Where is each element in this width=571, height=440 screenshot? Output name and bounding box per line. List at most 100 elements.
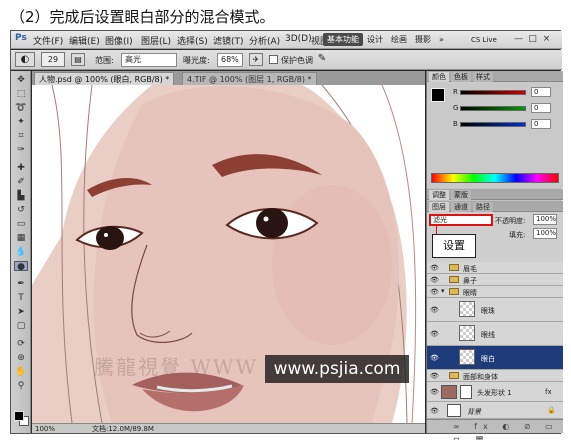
tab-styles[interactable]: 样式 (473, 72, 493, 82)
visibility-eye-icon[interactable]: 👁 (430, 330, 439, 338)
layer-row-nose[interactable]: 👁 鼻子 (427, 274, 563, 286)
eraser-tool-icon[interactable]: ▭ (14, 219, 28, 229)
tab-channels[interactable]: 通道 (451, 202, 471, 212)
foreground-color-swatch[interactable] (14, 411, 24, 421)
visibility-eye-icon[interactable]: 👁 (430, 354, 439, 362)
options-bar: ◐ 29 ▤ 范围: 高光 曝光度: 68% ✈ 保护色调 ✎ (11, 50, 562, 70)
cs-live-button[interactable]: CS Live (471, 36, 497, 44)
shape-tool-icon[interactable]: ▢ (14, 321, 28, 331)
color-panel-tabs: 颜色 色板 样式 (427, 71, 563, 82)
range-select[interactable]: 高光 (121, 53, 177, 67)
eyedropper-tool-icon[interactable]: ✑ (14, 145, 28, 155)
type-tool-icon[interactable]: T (14, 293, 28, 303)
workspace-design-button[interactable]: 设计 (363, 33, 387, 46)
dodge-tool-preset-icon[interactable]: ◐ (15, 52, 35, 67)
color-spectrum[interactable] (431, 173, 559, 183)
layer-row-hair-shape[interactable]: 👁 头发形状 1 fx (427, 382, 563, 402)
layers-panel: 滤光 不透明度: 100% 填充: 100% 设置 👁 眉毛 👁 鼻子 👁 ▾ … (427, 212, 563, 440)
workspace-essentials-button[interactable]: 基本功能 (323, 33, 363, 46)
zoom-level[interactable]: 100% (35, 424, 55, 434)
b-slider[interactable] (460, 122, 526, 127)
tab-swatches[interactable]: 色板 (451, 72, 471, 82)
visibility-eye-icon[interactable]: 👁 (430, 288, 439, 296)
b-value[interactable]: 0 (531, 119, 551, 129)
visibility-eye-icon[interactable]: 👁 (430, 388, 439, 396)
layers-panel-footer[interactable]: ∞ fx ◐ ⊘ ▭ ⊡ 🗑 (427, 419, 563, 440)
layer-thumbnail (459, 349, 475, 365)
menu-image[interactable]: 图像(I) (105, 34, 133, 47)
workspace-photo-button[interactable]: 摄影 (411, 33, 435, 46)
dodge-tool-icon[interactable]: ● (14, 261, 28, 272)
layer-row-eye-white[interactable]: 👁 眼白 (427, 346, 563, 370)
menu-file[interactable]: 文件(F) (33, 34, 63, 47)
opacity-input[interactable]: 100% (533, 214, 557, 225)
tab-paths[interactable]: 路径 (473, 202, 493, 212)
caption-title: （2）完成后设置眼白部分的混合模式。 (10, 8, 275, 26)
healing-brush-tool-icon[interactable]: ✚ (14, 163, 28, 173)
path-select-tool-icon[interactable]: ➤ (14, 307, 28, 317)
layer-name: 眼睛 (463, 289, 477, 297)
hand-tool-icon[interactable]: ✋ (14, 367, 28, 377)
blur-tool-icon[interactable]: 💧 (14, 247, 28, 257)
layer-row-eyes-group[interactable]: 👁 ▾ 眼睛 (427, 286, 563, 298)
r-value[interactable]: 0 (531, 87, 551, 97)
layer-row-eyeliner[interactable]: 👁 眼线 (427, 322, 563, 346)
tab-masks[interactable]: 蒙版 (451, 190, 471, 200)
marquee-tool-icon[interactable]: ⬚ (14, 89, 28, 99)
visibility-eye-icon[interactable]: 👁 (430, 372, 439, 380)
workspace-painting-button[interactable]: 绘画 (387, 33, 411, 46)
zoom-tool-icon[interactable]: ⚲ (14, 381, 28, 391)
protect-tones-checkbox[interactable] (269, 55, 278, 64)
chevron-down-icon[interactable]: ▾ (441, 287, 445, 295)
fx-icon[interactable]: fx (545, 388, 552, 396)
close-icon[interactable]: × (541, 34, 552, 45)
layer-row-eyebrows[interactable]: 👁 眉毛 (427, 262, 563, 274)
visibility-eye-icon[interactable]: 👁 (430, 407, 439, 415)
quick-select-tool-icon[interactable]: ✦ (14, 117, 28, 127)
brush-tool-icon[interactable]: ✐ (14, 177, 28, 187)
workspace-more-button[interactable]: » (435, 33, 448, 46)
crop-tool-icon[interactable]: ⌗ (14, 131, 28, 141)
lasso-tool-icon[interactable]: ➰ (14, 103, 28, 113)
fill-input[interactable]: 100% (533, 228, 557, 239)
r-slider[interactable] (460, 90, 526, 95)
maximize-icon[interactable]: □ (527, 34, 538, 45)
document-info: 文档:12.0M/89.8M (92, 425, 154, 433)
airbrush-icon[interactable]: ✈ (249, 53, 263, 66)
move-tool-icon[interactable]: ✥ (14, 75, 28, 85)
pen-tool-icon[interactable]: ✒ (14, 279, 28, 289)
tablet-pressure-icon[interactable]: ✎ (315, 53, 329, 66)
blend-mode-select[interactable]: 滤光 (429, 214, 493, 226)
menu-filter[interactable]: 滤镜(T) (213, 34, 244, 47)
layer-row-background[interactable]: 👁 背景 🔒 (427, 402, 563, 419)
brush-size-picker[interactable]: 29 (41, 52, 65, 67)
tab-adjustments[interactable]: 调整 (429, 190, 449, 200)
layer-name: 背景 (467, 408, 481, 416)
color-foreground-swatch[interactable] (431, 88, 445, 102)
tab-tif[interactable]: 4.TIF @ 100% (图层 1, RGB/8) * (182, 72, 317, 85)
layer-row-eyeball[interactable]: 👁 眼珠 (427, 298, 563, 322)
exposure-input[interactable]: 68% (217, 53, 243, 67)
menu-edit[interactable]: 编辑(E) (69, 34, 100, 47)
3d-rotate-tool-icon[interactable]: ⟳ (14, 339, 28, 349)
history-brush-tool-icon[interactable]: ↺ (14, 205, 28, 215)
menu-analysis[interactable]: 分析(A) (249, 34, 280, 47)
menu-select[interactable]: 选择(S) (177, 34, 208, 47)
visibility-eye-icon[interactable]: 👁 (430, 276, 439, 284)
visibility-eye-icon[interactable]: 👁 (430, 306, 439, 314)
clone-stamp-tool-icon[interactable]: ▙ (14, 191, 28, 201)
gradient-tool-icon[interactable]: ▦ (14, 233, 28, 243)
g-value[interactable]: 0 (531, 103, 551, 113)
layer-row-face-body[interactable]: 👁 面部和身体 (427, 370, 563, 382)
minimize-icon[interactable]: — (513, 34, 524, 45)
3d-camera-tool-icon[interactable]: ⊛ (14, 353, 28, 363)
tab-color[interactable]: 颜色 (429, 72, 449, 82)
menu-3d[interactable]: 3D(D) (285, 34, 312, 44)
brush-panel-icon[interactable]: ▤ (71, 53, 85, 66)
tab-layers[interactable]: 图层 (429, 202, 449, 212)
canvas-area[interactable]: 騰龍視覺 WWW www.psjia.com (32, 85, 425, 423)
g-slider[interactable] (460, 106, 526, 111)
tab-portrait-psd[interactable]: 人物.psd @ 100% (眼白, RGB/8) * (34, 72, 175, 85)
visibility-eye-icon[interactable]: 👁 (430, 264, 439, 272)
menu-layer[interactable]: 图层(L) (141, 34, 171, 47)
